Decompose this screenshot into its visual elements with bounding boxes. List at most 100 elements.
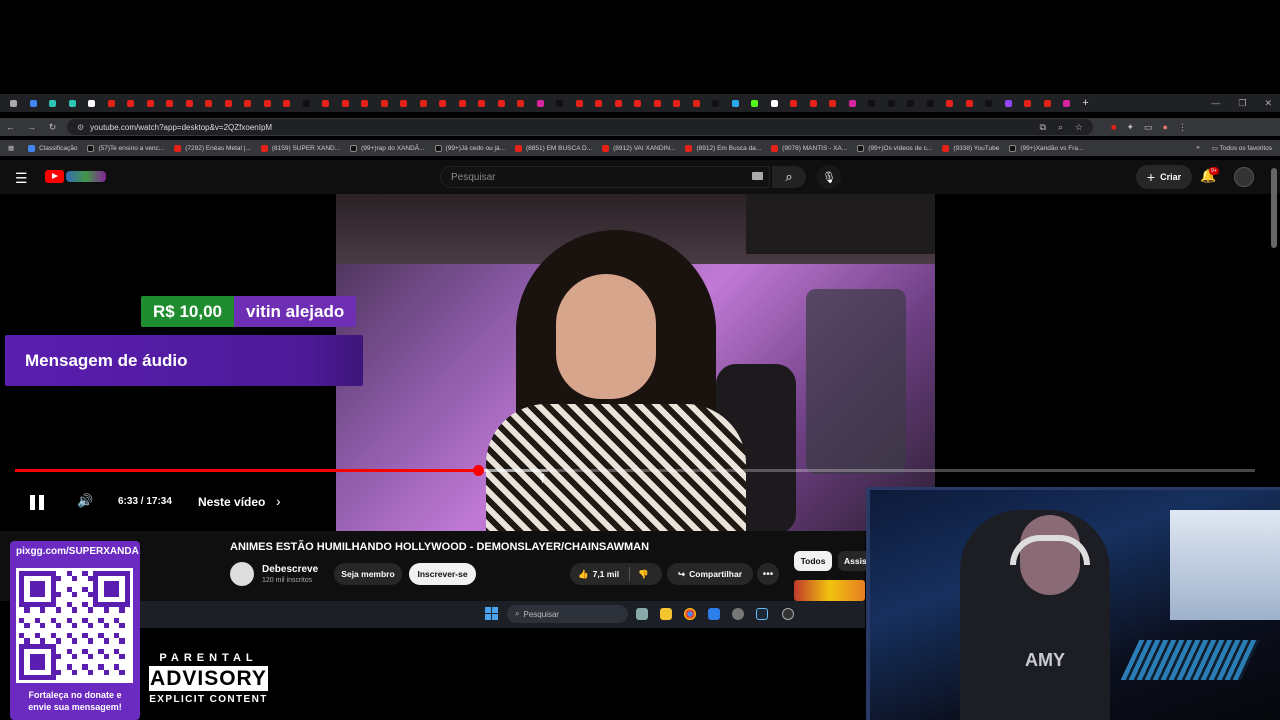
bookmark-item[interactable]: (99+)Os vídeos de c... — [857, 144, 932, 152]
subscribe-button[interactable]: Inscrever-se — [409, 563, 476, 585]
create-button[interactable]: + Criar — [1136, 165, 1192, 189]
browser-tab[interactable] — [433, 96, 453, 110]
browser-tab[interactable] — [141, 96, 161, 110]
bookmark-item[interactable]: (99+)rap do XANDÃ... — [350, 144, 425, 152]
browser-tab[interactable] — [336, 96, 356, 110]
browser-tab[interactable] — [784, 96, 804, 110]
browser-tab[interactable] — [394, 96, 414, 110]
browser-tab[interactable] — [706, 96, 726, 110]
browser-tab[interactable] — [277, 96, 297, 110]
progress-scrubber-handle[interactable] — [473, 465, 484, 476]
chevron-right-icon[interactable]: › — [276, 493, 281, 509]
browser-tab[interactable] — [82, 96, 102, 110]
search-button[interactable]: ⌕ — [772, 166, 806, 188]
browser-tab[interactable] — [492, 96, 512, 110]
browser-tab[interactable] — [823, 96, 843, 110]
file-explorer-icon[interactable] — [660, 608, 672, 620]
browser-tab[interactable] — [4, 96, 24, 110]
bookmark-star-icon[interactable]: ☆ — [1075, 122, 1083, 133]
bookmark-item[interactable]: (8851) EM BUSCA D... — [515, 144, 592, 152]
browser-tab[interactable] — [804, 96, 824, 110]
youtube-doodle[interactable] — [66, 171, 106, 182]
windows-start-icon[interactable] — [485, 607, 498, 620]
browser-tab[interactable] — [258, 96, 278, 110]
browser-tab[interactable] — [901, 96, 921, 110]
chip-all[interactable]: Todos — [794, 551, 832, 571]
bookmark-item[interactable]: (8912) Em Busca da... — [685, 144, 761, 152]
search-input[interactable]: Pesquisar — [440, 166, 770, 188]
site-info-icon[interactable]: ⚙ — [77, 123, 84, 132]
browser-tab[interactable] — [843, 96, 863, 110]
like-button[interactable]: 👍 7,1 mil — [570, 569, 619, 580]
browser-tab[interactable] — [453, 96, 473, 110]
browser-tab[interactable] — [570, 96, 590, 110]
bookmark-item[interactable]: (8159) SUPER XAND... — [260, 144, 340, 152]
browser-tab[interactable] — [24, 96, 44, 110]
voice-search-button[interactable]: 🎙 — [817, 165, 841, 189]
browser-tab[interactable] — [121, 96, 141, 110]
app-icon[interactable] — [708, 608, 720, 620]
browser-tab[interactable] — [1018, 96, 1038, 110]
browser-tab[interactable] — [160, 96, 180, 110]
url-field[interactable]: ⚙ youtube.com/watch?app=desktop&v=2QZfxo… — [67, 119, 1093, 135]
browser-tab[interactable] — [687, 96, 707, 110]
join-button[interactable]: Seja membro — [334, 563, 402, 585]
browser-tab[interactable] — [238, 96, 258, 110]
chapters-button[interactable]: Neste vídeo — [198, 495, 265, 509]
browser-tab[interactable] — [1057, 96, 1077, 110]
browser-tab[interactable] — [63, 96, 83, 110]
pause-button[interactable] — [30, 495, 44, 510]
browser-tab[interactable] — [199, 96, 219, 110]
page-scrollbar[interactable] — [1271, 168, 1277, 248]
browser-tab[interactable] — [355, 96, 375, 110]
task-view-icon[interactable] — [636, 608, 648, 620]
account-avatar[interactable] — [1234, 167, 1254, 187]
zoom-icon[interactable]: ⌕ — [1058, 122, 1063, 133]
bookmark-item[interactable]: (8912) VAI XANDIN... — [602, 144, 675, 152]
browser-tab[interactable] — [862, 96, 882, 110]
reload-icon[interactable]: ↻ — [42, 122, 63, 133]
back-icon[interactable]: ← — [0, 122, 21, 132]
browser-tab[interactable] — [960, 96, 980, 110]
browser-tab[interactable] — [219, 96, 239, 110]
browser-tab[interactable] — [609, 96, 629, 110]
browser-tab[interactable] — [43, 96, 63, 110]
browser-tab[interactable] — [550, 96, 570, 110]
youtube-logo[interactable] — [45, 170, 64, 183]
bookmarks-overflow-icon[interactable]: » — [1196, 144, 1200, 152]
dislike-button[interactable]: 👎 — [638, 569, 649, 580]
channel-name[interactable]: Debescreve — [262, 564, 318, 575]
channel-avatar[interactable] — [230, 562, 254, 586]
new-tab-button[interactable]: + — [1077, 97, 1095, 109]
bookmark-item[interactable]: Classificação — [28, 144, 77, 152]
browser-tab[interactable] — [375, 96, 395, 110]
browser-tab[interactable] — [999, 96, 1019, 110]
install-icon[interactable]: ⧉ — [1039, 122, 1045, 133]
keyboard-icon[interactable] — [752, 172, 763, 180]
bookmark-item[interactable]: (57)Te ensino a venc... — [87, 144, 164, 152]
browser-tab[interactable] — [648, 96, 668, 110]
chrome-icon[interactable] — [684, 608, 696, 620]
close-icon[interactable]: ✕ — [1264, 98, 1272, 109]
bookmark-item[interactable]: (99+)Xandão vs Fra... — [1009, 144, 1083, 152]
apps-grid-icon[interactable]: ▦ — [8, 144, 14, 152]
extensions-puzzle-icon[interactable]: ✦ — [1126, 122, 1134, 133]
browser-tab[interactable] — [745, 96, 765, 110]
browser-tab[interactable] — [882, 96, 902, 110]
taskbar-search[interactable]: ⌕ Pesquisar — [507, 605, 628, 623]
bookmark-item[interactable]: (9338) YouTube — [942, 144, 999, 152]
browser-tab[interactable] — [667, 96, 687, 110]
bookmark-item[interactable]: (9078) MANTIS - XA... — [771, 144, 847, 152]
browser-tab[interactable] — [297, 96, 317, 110]
volume-icon[interactable]: 🔊 — [77, 493, 93, 509]
menu-kebab-icon[interactable]: ⋮ — [1178, 122, 1187, 133]
browser-tab[interactable] — [589, 96, 609, 110]
minimize-icon[interactable]: — — [1211, 98, 1220, 108]
browser-tab[interactable] — [1038, 96, 1058, 110]
browser-tab[interactable] — [414, 96, 434, 110]
maximize-icon[interactable]: ❐ — [1238, 98, 1246, 109]
profile-icon[interactable]: ● — [1163, 122, 1168, 133]
all-bookmarks-button[interactable]: ▭ Todos os favoritos — [1212, 144, 1272, 152]
obs-icon[interactable] — [782, 608, 794, 620]
forward-icon[interactable]: → — [21, 122, 42, 132]
